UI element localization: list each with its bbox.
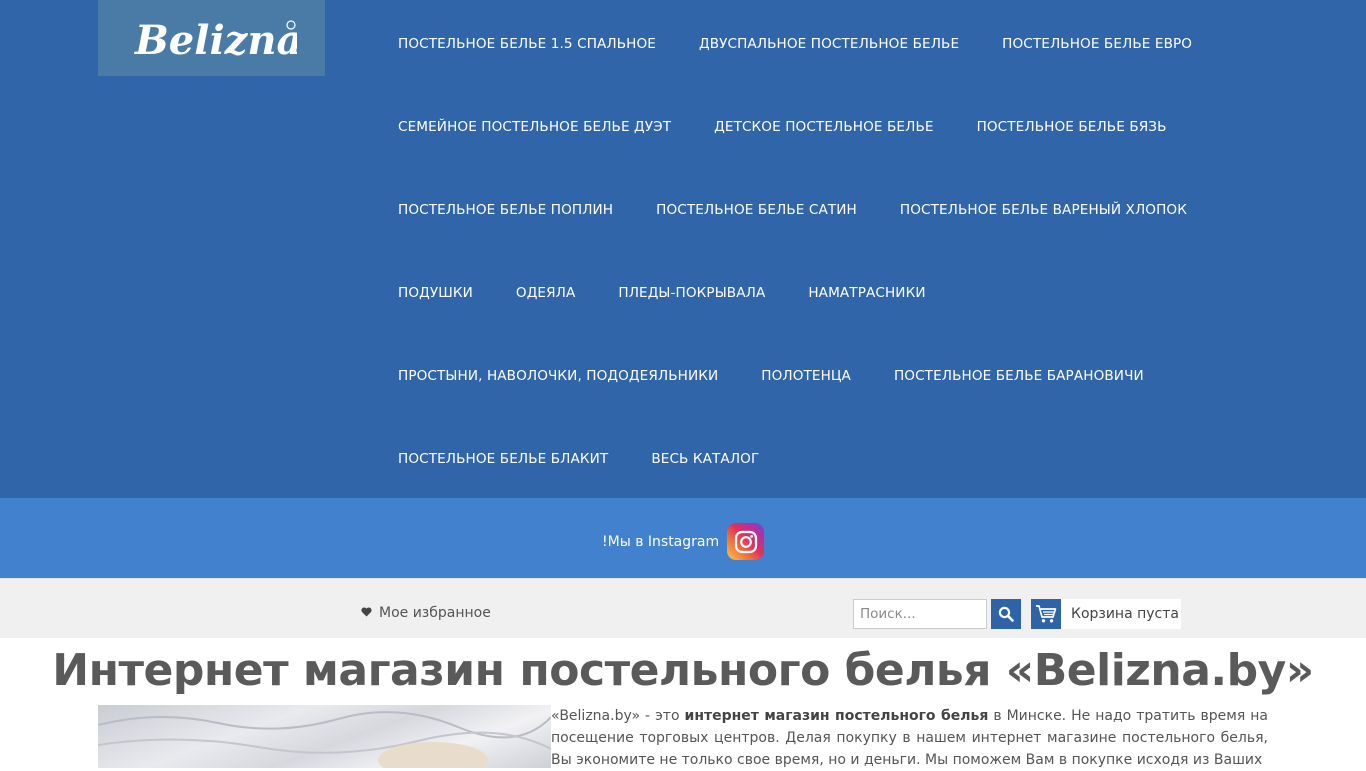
- site-logo[interactable]: Belizna: [98, 0, 325, 76]
- page-title: Интернет магазин постельного белья «Beli…: [52, 645, 1314, 696]
- nav-row-4: ПОДУШКИ ОДЕЯЛА ПЛЕДЫ-ПОКРЫВАЛА НАМАТРАСН…: [398, 281, 926, 305]
- nav-row-5: ПРОСТЫНИ, НАВОЛОЧКИ, ПОДОДЕЯЛЬНИКИ ПОЛОТ…: [398, 364, 1144, 388]
- nav-link-poplin[interactable]: ПОСТЕЛЬНОЕ БЕЛЬЕ ПОПЛИН: [398, 198, 613, 222]
- logo-text: Belizna: [134, 17, 297, 64]
- nav-link-podushki[interactable]: ПОДУШКИ: [398, 281, 473, 305]
- belizna-logo-icon: Belizna: [134, 17, 297, 64]
- intro-text: «Belizna.by» - это интернет магазин пост…: [551, 705, 1268, 771]
- heart-icon: [361, 606, 372, 620]
- favorites-label: Мое избранное: [379, 605, 491, 621]
- nav-row-1: ПОСТЕЛЬНОЕ БЕЛЬЕ 1.5 СПАЛЬНОЕ ДВУСПАЛЬНО…: [398, 32, 1192, 56]
- nav-row-2: СЕМЕЙНОЕ ПОСТЕЛЬНОЕ БЕЛЬЕ ДУЭТ ДЕТСКОЕ П…: [398, 115, 1167, 139]
- search-icon: [998, 606, 1014, 622]
- cart-label: Корзина пуста: [1071, 606, 1179, 622]
- nav-row-6: ПОСТЕЛЬНОЕ БЕЛЬЕ БЛАКИТ ВЕСЬ КАТАЛОГ: [398, 447, 759, 471]
- nav-link-varenyi-khlopok[interactable]: ПОСТЕЛЬНОЕ БЕЛЬЕ ВАРЕНЫЙ ХЛОПОК: [900, 198, 1187, 222]
- nav-link-1-5-spalnoe[interactable]: ПОСТЕЛЬНОЕ БЕЛЬЕ 1.5 СПАЛЬНОЕ: [398, 32, 656, 56]
- cart-widget[interactable]: Корзина пуста: [1031, 599, 1181, 629]
- instagram-band: !Мы в Instagram: [0, 498, 1366, 578]
- nav-link-evro[interactable]: ПОСТЕЛЬНОЕ БЕЛЬЕ ЕВРО: [1002, 32, 1192, 56]
- instagram-link[interactable]: !Мы в Instagram: [602, 523, 765, 560]
- nav-link-semeinoe-duet[interactable]: СЕМЕЙНОЕ ПОСТЕЛЬНОЕ БЕЛЬЕ ДУЭТ: [398, 115, 671, 139]
- toolbar: Мое избранное Корзина пуста: [0, 578, 1366, 638]
- search-input[interactable]: [853, 599, 987, 629]
- site-header: Belizna ПОСТЕЛЬНОЕ БЕЛЬЕ 1.5 СПАЛЬНОЕ ДВ…: [0, 0, 1366, 498]
- intro-part-1: «Belizna.by» - это: [551, 708, 685, 724]
- nav-link-detskoe[interactable]: ДЕТСКОЕ ПОСТЕЛЬНОЕ БЕЛЬЕ: [714, 115, 933, 139]
- nav-link-baranovichi[interactable]: ПОСТЕЛЬНОЕ БЕЛЬЕ БАРАНОВИЧИ: [894, 364, 1144, 388]
- search-button[interactable]: [991, 599, 1021, 629]
- hero-image: [98, 705, 551, 768]
- bedding-photo-icon: [98, 711, 551, 768]
- nav-link-prostyni[interactable]: ПРОСТЫНИ, НАВОЛОЧКИ, ПОДОДЕЯЛЬНИКИ: [398, 364, 718, 388]
- nav-link-pledy[interactable]: ПЛЕДЫ-ПОКРЫВАЛА: [618, 281, 765, 305]
- nav-link-satin[interactable]: ПОСТЕЛЬНОЕ БЕЛЬЕ САТИН: [656, 198, 857, 222]
- favorites-link[interactable]: Мое избранное: [361, 605, 491, 621]
- nav-link-polotentsa[interactable]: ПОЛОТЕНЦА: [761, 364, 851, 388]
- nav-link-namatrasniki[interactable]: НАМАТРАСНИКИ: [808, 281, 925, 305]
- cart-icon: [1031, 599, 1061, 629]
- nav-link-blakit[interactable]: ПОСТЕЛЬНОЕ БЕЛЬЕ БЛАКИТ: [398, 447, 608, 471]
- intro-bold: интернет магазин постельного белья: [684, 708, 989, 724]
- instagram-label: !Мы в Instagram: [602, 533, 720, 550]
- nav-link-odeyala[interactable]: ОДЕЯЛА: [516, 281, 575, 305]
- instagram-icon[interactable]: [727, 523, 765, 560]
- nav-link-dvuspalnoe[interactable]: ДВУСПАЛЬНОЕ ПОСТЕЛЬНОЕ БЕЛЬЕ: [699, 32, 959, 56]
- nav-row-3: ПОСТЕЛЬНОЕ БЕЛЬЕ ПОПЛИН ПОСТЕЛЬНОЕ БЕЛЬЕ…: [398, 198, 1187, 222]
- nav-link-byaz[interactable]: ПОСТЕЛЬНОЕ БЕЛЬЕ БЯЗЬ: [977, 115, 1167, 139]
- nav-link-ves-katalog[interactable]: ВЕСЬ КАТАЛОГ: [651, 447, 759, 471]
